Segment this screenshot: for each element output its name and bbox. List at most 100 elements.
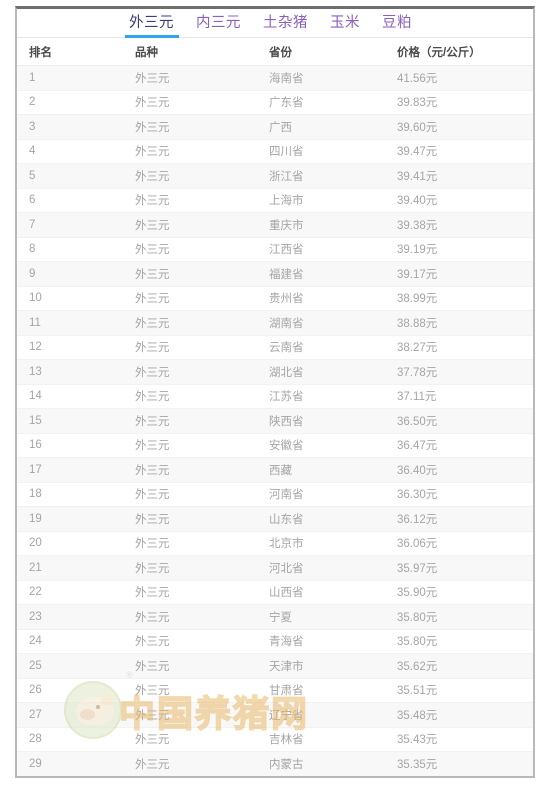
- cell-price: 38.27元: [385, 335, 533, 360]
- cell-rank: 20: [17, 531, 123, 556]
- cell-rank: 7: [17, 212, 123, 238]
- cell-rank: 25: [17, 653, 123, 679]
- cell-province: 甘肃省: [257, 678, 385, 703]
- table-row[interactable]: 17 外三元 西藏 36.40元: [17, 457, 533, 483]
- table-row[interactable]: 23 外三元 宁夏 35.80元: [17, 604, 533, 630]
- cell-price: 39.17元: [385, 261, 533, 287]
- cell-breed: 外三元: [123, 702, 257, 728]
- cell-rank: 23: [17, 604, 123, 630]
- table-row[interactable]: 19 外三元 山东省 36.12元: [17, 506, 533, 532]
- table-row[interactable]: 28 外三元 吉林省 35.43元: [17, 727, 533, 752]
- table-row[interactable]: 14 外三元 江苏省 37.11元: [17, 384, 533, 409]
- cell-price: 39.83元: [385, 90, 533, 115]
- cell-breed: 外三元: [123, 555, 257, 581]
- cell-breed: 外三元: [123, 580, 257, 605]
- cell-breed: 外三元: [123, 653, 257, 679]
- cell-rank: 24: [17, 629, 123, 654]
- cell-price: 36.50元: [385, 408, 533, 434]
- cell-breed: 外三元: [123, 188, 257, 213]
- table-row[interactable]: 7 外三元 重庆市 39.38元: [17, 212, 533, 238]
- cell-province: 湖南省: [257, 310, 385, 336]
- tab-dou-po[interactable]: 豆粕: [382, 9, 412, 37]
- table-row[interactable]: 20 外三元 北京市 36.06元: [17, 531, 533, 556]
- cell-province: 安徽省: [257, 433, 385, 458]
- table-row[interactable]: 22 外三元 山西省 35.90元: [17, 580, 533, 605]
- cell-rank: 12: [17, 335, 123, 360]
- table-row[interactable]: 27 外三元 辽宁省 35.48元: [17, 702, 533, 728]
- table-row[interactable]: 24 外三元 青海省 35.80元: [17, 629, 533, 654]
- table-row[interactable]: 6 外三元 上海市 39.40元: [17, 188, 533, 213]
- page-root: 外三元 内三元 土杂猪 玉米 豆粕 排名 品种 省份 价格（元/公斤） 1 外三元 海南省 4…: [0, 0, 550, 785]
- cell-price: 39.41元: [385, 163, 533, 189]
- cell-price: 35.48元: [385, 702, 533, 728]
- table-row[interactable]: 15 外三元 陕西省 36.50元: [17, 408, 533, 434]
- cell-breed: 外三元: [123, 384, 257, 409]
- table-row[interactable]: 12 外三元 云南省 38.27元: [17, 335, 533, 360]
- table-row[interactable]: 21 外三元 河北省 35.97元: [17, 555, 533, 581]
- table-row[interactable]: 10 外三元 贵州省 38.99元: [17, 286, 533, 311]
- tab-wai-san-yuan[interactable]: 外三元: [125, 9, 179, 38]
- cell-rank: 1: [17, 65, 123, 91]
- cell-price: 34.57元: [385, 776, 533, 778]
- cell-price: 37.78元: [385, 359, 533, 385]
- table-row[interactable]: 4 外三元 四川省 39.47元: [17, 139, 533, 164]
- cell-province: 浙江省: [257, 163, 385, 189]
- cell-breed: 外三元: [123, 237, 257, 262]
- table-row[interactable]: 5 外三元 浙江省 39.41元: [17, 163, 533, 189]
- cell-breed: 外三元: [123, 433, 257, 458]
- column-header-rank: 排名: [17, 38, 123, 66]
- table-row[interactable]: 9 外三元 福建省 39.17元: [17, 261, 533, 287]
- cell-price: 37.11元: [385, 384, 533, 409]
- cell-price: 36.06元: [385, 531, 533, 556]
- cell-breed: 外三元: [123, 139, 257, 164]
- cell-province: 上海市: [257, 188, 385, 213]
- cell-price: 35.43元: [385, 727, 533, 752]
- cell-price: 36.47元: [385, 433, 533, 458]
- cell-province: 广东省: [257, 90, 385, 115]
- table-row[interactable]: 13 外三元 湖北省 37.78元: [17, 359, 533, 385]
- cell-price: 38.99元: [385, 286, 533, 311]
- cell-province: 海南省: [257, 65, 385, 91]
- table-row[interactable]: 18 外三元 河南省 36.30元: [17, 482, 533, 507]
- cell-breed: 外三元: [123, 629, 257, 654]
- cell-price: 35.62元: [385, 653, 533, 679]
- cell-breed: 外三元: [123, 286, 257, 311]
- tab-tu-za-zhu[interactable]: 土杂猪: [263, 9, 308, 37]
- table-row[interactable]: 11 外三元 湖南省 38.88元: [17, 310, 533, 336]
- cell-rank: 21: [17, 555, 123, 581]
- cell-rank: 16: [17, 433, 123, 458]
- cell-province: 湖北省: [257, 359, 385, 385]
- cell-breed: 外三元: [123, 163, 257, 189]
- cell-province: 河南省: [257, 482, 385, 507]
- cell-province: 云南省: [257, 335, 385, 360]
- price-ranking-table: 排名 品种 省份 价格（元/公斤） 1 外三元 海南省 41.56元 2 外三元 广东省 39…: [17, 38, 533, 778]
- table-row[interactable]: 8 外三元 江西省 39.19元: [17, 237, 533, 262]
- cell-breed: 外三元: [123, 408, 257, 434]
- cell-rank: 8: [17, 237, 123, 262]
- cell-breed: 外三元: [123, 90, 257, 115]
- cell-province: 四川省: [257, 139, 385, 164]
- table-row[interactable]: 1 外三元 海南省 41.56元: [17, 65, 533, 91]
- cell-rank: 10: [17, 286, 123, 311]
- tab-yu-mi[interactable]: 玉米: [330, 9, 360, 37]
- table-row[interactable]: 29 外三元 内蒙古 35.35元: [17, 751, 533, 776]
- cell-rank: 15: [17, 408, 123, 434]
- cell-breed: 外三元: [123, 457, 257, 483]
- table-row[interactable]: 16 外三元 安徽省 36.47元: [17, 433, 533, 458]
- cell-province: 辽宁省: [257, 702, 385, 728]
- table-row[interactable]: 30外三元黑龙江省34.57元: [17, 776, 533, 778]
- cell-rank: 5: [17, 163, 123, 189]
- cell-province: 广西: [257, 114, 385, 140]
- table-row[interactable]: 25 外三元 天津市 35.62元: [17, 653, 533, 679]
- cell-rank: 2: [17, 90, 123, 115]
- cell-breed: 外三元: [123, 261, 257, 287]
- table-row[interactable]: 3 外三元 广西 39.60元: [17, 114, 533, 140]
- table-row[interactable]: 26 外三元 甘肃省 35.51元: [17, 678, 533, 703]
- table-row[interactable]: 2 外三元 广东省 39.83元: [17, 90, 533, 115]
- cell-province: 北京市: [257, 531, 385, 556]
- cell-price: 35.97元: [385, 555, 533, 581]
- cell-rank: 13: [17, 359, 123, 385]
- tab-nei-san-yuan[interactable]: 内三元: [196, 9, 241, 37]
- cell-province: 吉林省: [257, 727, 385, 752]
- cell-price: 36.40元: [385, 457, 533, 483]
